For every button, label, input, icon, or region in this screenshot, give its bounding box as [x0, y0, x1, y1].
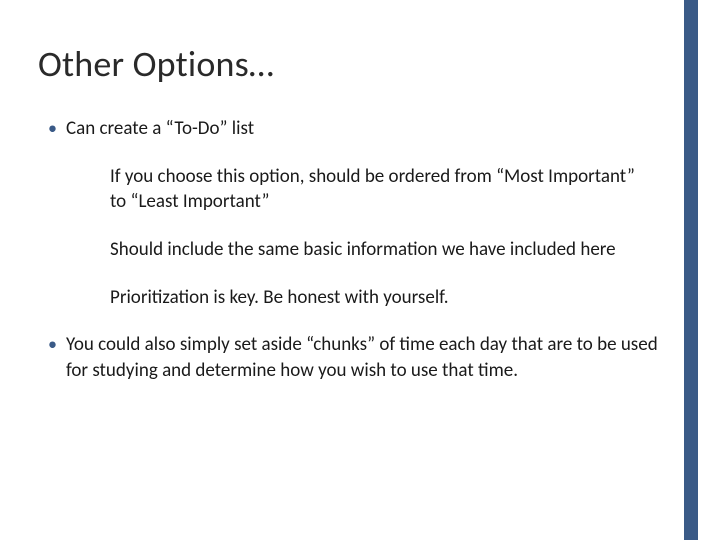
slide-body: Other Options… Can create a “To-Do” list…: [0, 0, 720, 383]
bullet-item-2: You could also simply set aside “chunks”…: [66, 332, 660, 383]
sub-item-2: Should include the same basic informatio…: [110, 237, 640, 263]
sub-item-3: Prioritization is key. Be honest with yo…: [110, 285, 640, 311]
slide-title: Other Options…: [38, 42, 660, 86]
bullet-item-1: Can create a “To-Do” list: [66, 116, 660, 142]
sub-item-1: If you choose this option, should be ord…: [110, 164, 640, 215]
accent-bar: [684, 0, 698, 540]
